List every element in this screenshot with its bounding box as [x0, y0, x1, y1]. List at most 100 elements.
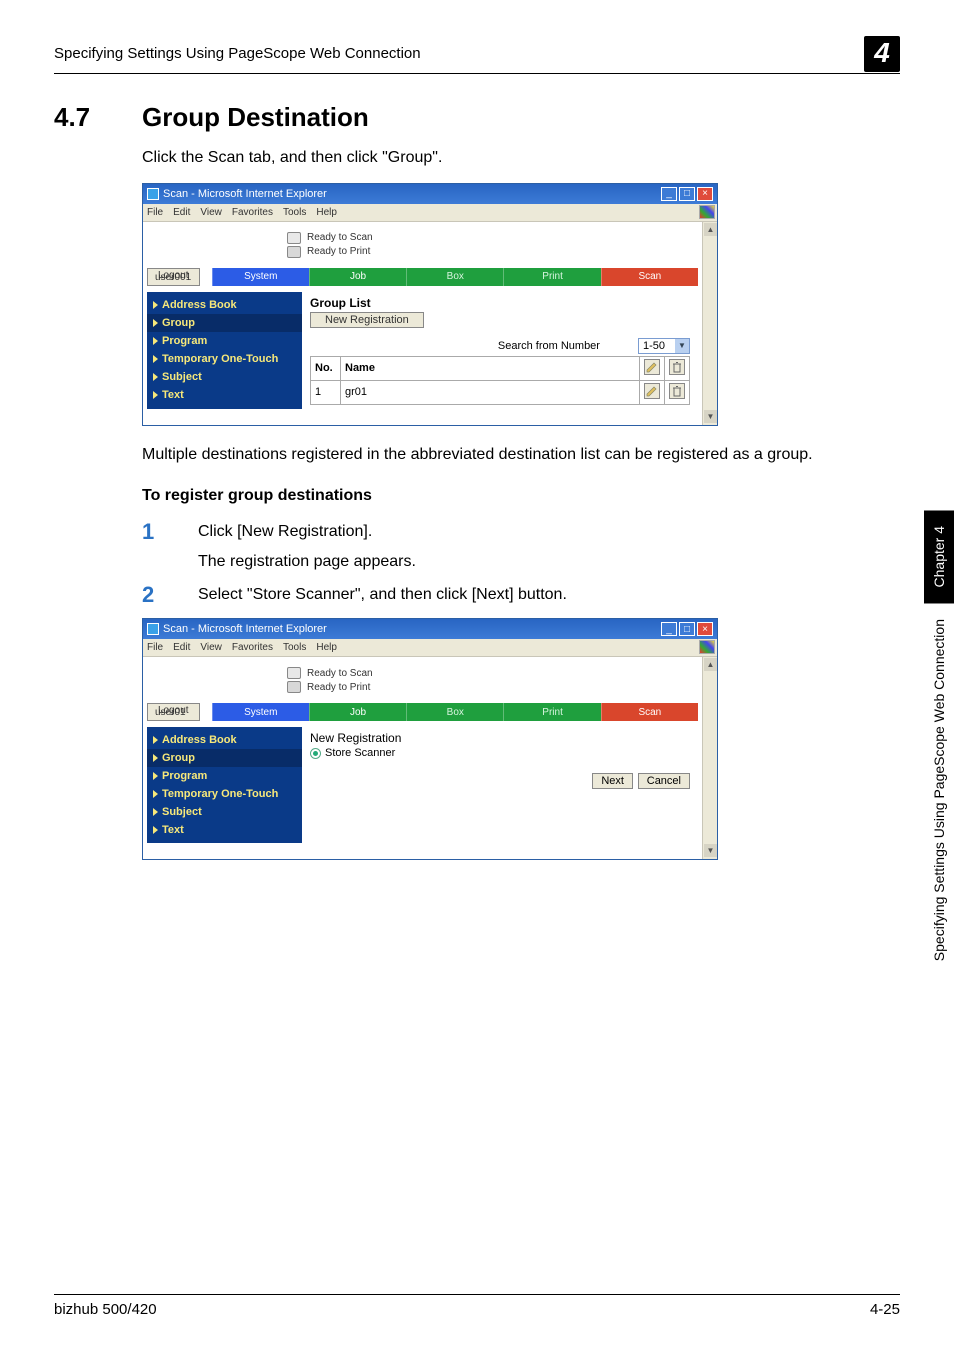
table-row: 1 gr01: [311, 380, 690, 404]
group-table: No. Name: [310, 356, 690, 405]
ie-icon: [147, 188, 159, 200]
sidebar-item-address-book[interactable]: Address Book: [147, 731, 302, 749]
tab-print[interactable]: Print: [503, 268, 600, 286]
store-scanner-radio[interactable]: Store Scanner: [310, 747, 690, 759]
screenshot-new-registration: Scan - Microsoft Internet Explorer _ □ ×…: [142, 618, 718, 860]
scroll-up-icon[interactable]: ▲: [704, 223, 717, 236]
sidebar-item-label: Group: [162, 317, 195, 329]
chevron-right-icon: [153, 826, 158, 834]
browser-scrollbar[interactable]: ▲ ▼: [702, 657, 717, 859]
sidebar-item-group[interactable]: Group: [147, 314, 302, 332]
step-text: Click [New Registration].: [198, 521, 900, 543]
range-select[interactable]: 1-50 ▼: [638, 338, 690, 354]
scroll-up-icon[interactable]: ▲: [704, 658, 717, 671]
tab-job[interactable]: Job: [309, 703, 406, 721]
procedure-subhead: To register group destinations: [142, 487, 900, 505]
status-print: Ready to Print: [307, 682, 370, 693]
chevron-right-icon: [153, 736, 158, 744]
delete-row-button[interactable]: [669, 383, 685, 399]
main-tabs: System Job Box Print Scan: [212, 703, 698, 721]
device-status: Ready to Scan Ready to Print: [147, 224, 713, 264]
scanner-icon: [287, 667, 301, 679]
tab-system[interactable]: System: [212, 703, 309, 721]
menu-view[interactable]: View: [200, 642, 222, 653]
username-label: user01: [155, 707, 186, 718]
side-tab-title: Specifying Settings Using PageScope Web …: [924, 603, 954, 977]
tab-job[interactable]: Job: [309, 268, 406, 286]
sidebar-item-text[interactable]: Text: [147, 821, 302, 839]
windows-flag-icon: [699, 640, 715, 654]
menu-tools[interactable]: Tools: [283, 207, 306, 218]
close-button[interactable]: ×: [697, 622, 713, 636]
step-number: 1: [142, 521, 198, 572]
sidebar-item-program[interactable]: Program: [147, 767, 302, 785]
chevron-right-icon: [153, 808, 158, 816]
cancel-button[interactable]: Cancel: [638, 773, 690, 789]
sidebar-item-label: Temporary One-Touch: [162, 353, 278, 365]
tab-scan[interactable]: Scan: [601, 268, 698, 286]
sidebar-item-subject[interactable]: Subject: [147, 368, 302, 386]
tab-system[interactable]: System: [212, 268, 309, 286]
menu-edit[interactable]: Edit: [173, 642, 190, 653]
sidebar-item-text[interactable]: Text: [147, 386, 302, 404]
minimize-button[interactable]: _: [661, 622, 677, 636]
sidebar-item-label: Group: [162, 752, 195, 764]
ie-icon: [147, 623, 159, 635]
menu-file[interactable]: File: [147, 207, 163, 218]
minimize-button[interactable]: _: [661, 187, 677, 201]
sidebar-item-label: Temporary One-Touch: [162, 788, 278, 800]
tab-scan[interactable]: Scan: [601, 703, 698, 721]
menu-help[interactable]: Help: [316, 207, 337, 218]
maximize-button[interactable]: □: [679, 187, 695, 201]
edit-icon[interactable]: [644, 359, 660, 375]
menu-favorites[interactable]: Favorites: [232, 642, 273, 653]
step-1: 1 Click [New Registration]. The registra…: [142, 521, 900, 572]
main-panel: New Registration Store Scanner Next Canc…: [302, 727, 698, 843]
trash-icon[interactable]: [669, 359, 685, 375]
window-titlebar: Scan - Microsoft Internet Explorer _ □ ×: [143, 619, 717, 639]
sidebar-item-temporary-one-touch[interactable]: Temporary One-Touch: [147, 350, 302, 368]
scroll-down-icon[interactable]: ▼: [704, 844, 717, 857]
chevron-right-icon: [153, 337, 158, 345]
next-button[interactable]: Next: [592, 773, 633, 789]
step-text: Select "Store Scanner", and then click […: [198, 584, 900, 606]
col-header-delete: [665, 356, 690, 380]
sidebar-item-label: Subject: [162, 806, 202, 818]
edit-row-button[interactable]: [644, 383, 660, 399]
radio-label: Store Scanner: [325, 747, 395, 759]
sidebar-item-program[interactable]: Program: [147, 332, 302, 350]
tab-print[interactable]: Print: [503, 703, 600, 721]
tab-box[interactable]: Box: [406, 268, 503, 286]
search-from-number-label: Search from Number: [498, 340, 600, 352]
username-label: user001: [155, 272, 191, 283]
sidebar-item-address-book[interactable]: Address Book: [147, 296, 302, 314]
close-button[interactable]: ×: [697, 187, 713, 201]
sidebar-item-subject[interactable]: Subject: [147, 803, 302, 821]
new-registration-button[interactable]: New Registration: [310, 312, 424, 328]
menu-view[interactable]: View: [200, 207, 222, 218]
menu-help[interactable]: Help: [316, 642, 337, 653]
col-header-no: No.: [311, 356, 341, 380]
section-title: Group Destination: [142, 102, 369, 133]
menu-favorites[interactable]: Favorites: [232, 207, 273, 218]
status-print: Ready to Print: [307, 246, 370, 257]
col-header-edit: [640, 356, 665, 380]
section-number: 4.7: [54, 102, 142, 133]
panel-title: Group List: [310, 296, 690, 310]
side-tab-chapter: Chapter 4: [924, 510, 954, 603]
browser-menubar: File Edit View Favorites Tools Help: [143, 639, 717, 657]
chevron-right-icon: [153, 355, 158, 363]
sidebar-item-group[interactable]: Group: [147, 749, 302, 767]
tab-box[interactable]: Box: [406, 703, 503, 721]
menu-tools[interactable]: Tools: [283, 642, 306, 653]
menu-file[interactable]: File: [147, 642, 163, 653]
scroll-down-icon[interactable]: ▼: [704, 410, 717, 423]
windows-flag-icon: [699, 205, 715, 219]
sidebar-item-temporary-one-touch[interactable]: Temporary One-Touch: [147, 785, 302, 803]
sidebar-item-label: Text: [162, 389, 184, 401]
browser-scrollbar[interactable]: ▲ ▼: [702, 222, 717, 425]
maximize-button[interactable]: □: [679, 622, 695, 636]
step-2: 2 Select "Store Scanner", and then click…: [142, 584, 900, 606]
menu-edit[interactable]: Edit: [173, 207, 190, 218]
sidebar-item-label: Address Book: [162, 299, 237, 311]
